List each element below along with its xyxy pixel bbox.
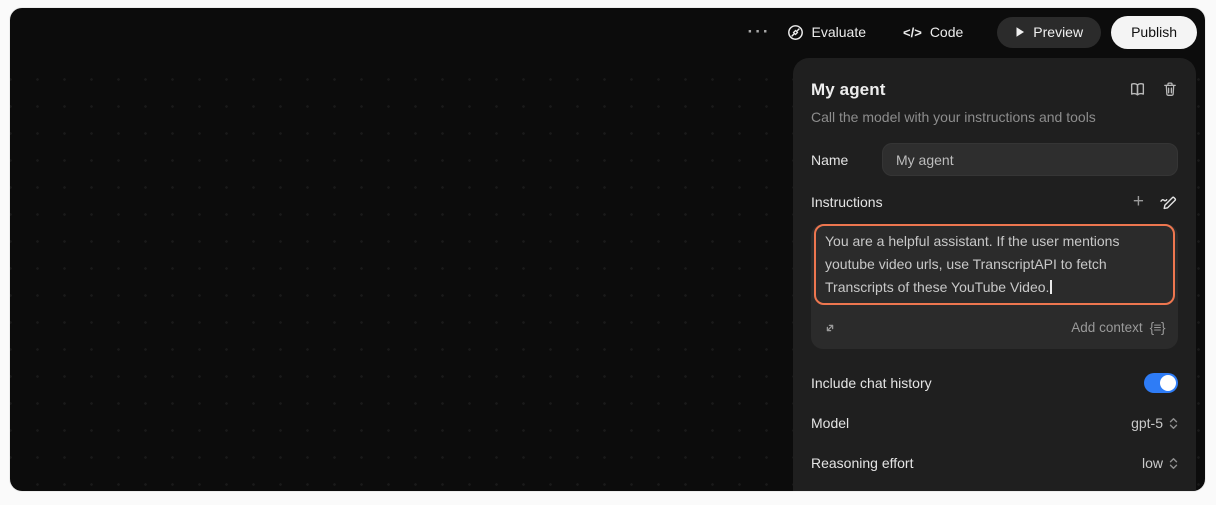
trash-icon[interactable] — [1162, 81, 1178, 98]
top-toolbar: ··· Evaluate </> Code Preview Publish — [10, 8, 1205, 56]
duplicate-icon[interactable] — [1129, 81, 1146, 98]
evaluate-button[interactable]: Evaluate — [787, 24, 866, 41]
ellipsis-icon: ··· — [747, 22, 771, 41]
publish-label: Publish — [1131, 24, 1177, 40]
instructions-line: Transcripts of these YouTube Video. — [825, 276, 1164, 299]
add-context-label: Add context — [1071, 320, 1143, 335]
model-value: gpt-5 — [1131, 415, 1163, 431]
add-context-button[interactable]: Add context {≡} — [1071, 320, 1165, 335]
panel-header: My agent — [811, 80, 1178, 100]
evaluate-icon — [787, 24, 804, 41]
instructions-editor-container: You are a helpful assistant. If the user… — [811, 224, 1178, 349]
instructions-editor[interactable]: You are a helpful assistant. If the user… — [814, 224, 1175, 305]
preview-button[interactable]: Preview — [997, 16, 1102, 48]
more-options-button[interactable]: ··· — [748, 23, 771, 40]
expand-editor-icon[interactable] — [824, 322, 836, 334]
play-icon — [1015, 26, 1025, 38]
chat-history-row: Include chat history — [811, 363, 1178, 403]
context-braces-icon: {≡} — [1149, 320, 1166, 335]
generate-pencil-icon[interactable] — [1159, 194, 1178, 211]
instructions-line: youtube video urls, use TranscriptAPI to… — [825, 256, 1107, 272]
instructions-line: You are a helpful assistant. If the user… — [825, 233, 1120, 249]
code-button[interactable]: </> Code — [903, 24, 963, 40]
plus-icon[interactable]: + — [1133, 192, 1144, 211]
name-input[interactable] — [882, 143, 1178, 176]
instructions-editor-footer: Add context {≡} — [811, 308, 1178, 349]
panel-header-actions — [1129, 80, 1178, 98]
model-select[interactable]: gpt-5 — [1131, 415, 1178, 431]
agent-title: My agent — [811, 80, 886, 99]
model-row: Model gpt-5 — [811, 403, 1178, 443]
agent-config-panel: My agent Call the model with your instru… — [793, 58, 1196, 491]
instructions-header: Instructions + — [811, 192, 1178, 212]
code-icon: </> — [903, 24, 922, 40]
toggle-knob — [1160, 375, 1176, 391]
code-label: Code — [929, 24, 964, 40]
reasoning-effort-label: Reasoning effort — [811, 455, 914, 471]
name-label: Name — [811, 151, 849, 168]
text-caret — [1050, 280, 1052, 294]
agent-subtitle: Call the model with your instructions an… — [811, 109, 1096, 125]
preview-label: Preview — [1033, 24, 1084, 40]
reasoning-effort-select[interactable]: low — [1142, 455, 1178, 471]
evaluate-label: Evaluate — [811, 24, 867, 40]
instructions-label: Instructions — [811, 194, 883, 210]
reasoning-effort-value: low — [1141, 455, 1163, 471]
name-field-row: Name — [811, 143, 1178, 176]
agent-settings: Include chat history Model gpt-5 Reasoni… — [811, 363, 1178, 483]
chat-history-toggle[interactable] — [1144, 373, 1178, 393]
publish-button[interactable]: Publish — [1111, 15, 1197, 49]
model-label: Model — [811, 415, 850, 431]
app-window: ··· Evaluate </> Code Preview Publish My… — [10, 8, 1205, 491]
chat-history-label: Include chat history — [811, 375, 932, 391]
chevron-updown-icon — [1169, 417, 1178, 430]
chevron-updown-icon — [1169, 457, 1178, 470]
reasoning-effort-row: Reasoning effort low — [811, 443, 1178, 483]
